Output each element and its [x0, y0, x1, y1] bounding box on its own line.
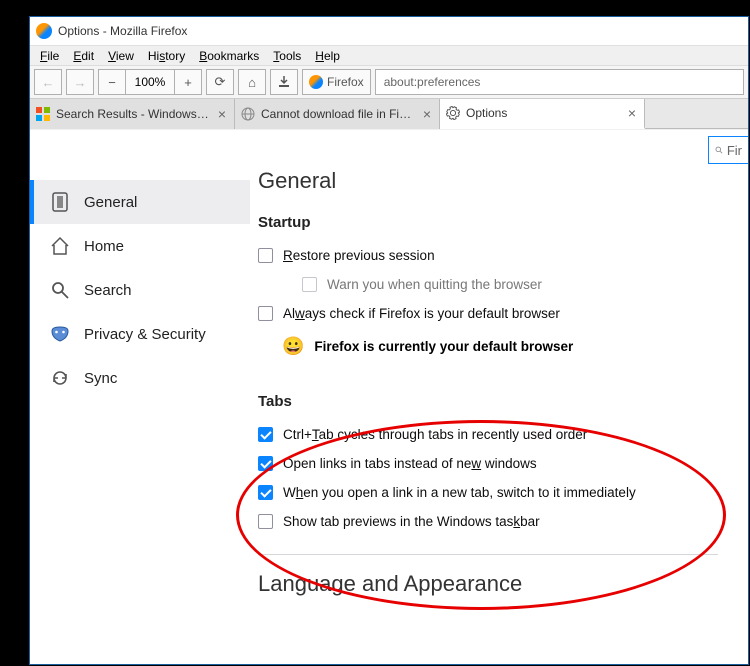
gear-icon — [446, 106, 460, 120]
back-button[interactable]: ← — [34, 69, 62, 95]
sidebar-item-sync[interactable]: Sync — [30, 356, 250, 400]
default-browser-status: 😀 Firefox is currently your default brow… — [258, 328, 748, 365]
sidebar-label: Home — [84, 238, 124, 255]
tab-label: Search Results - Windows 10 Help — [56, 107, 210, 121]
zoom-out-button[interactable]: − — [98, 69, 126, 95]
preferences-main: Fir General Startup Restore previous ses… — [250, 130, 748, 664]
windows-icon — [36, 107, 50, 121]
sidebar-item-general[interactable]: General — [30, 180, 250, 224]
close-icon[interactable]: × — [421, 106, 433, 122]
search-placeholder: Fir — [727, 143, 742, 158]
search-icon — [715, 144, 723, 156]
heading-startup: Startup — [258, 214, 748, 231]
site-identity[interactable]: Firefox — [302, 69, 371, 95]
nav-toolbar: ← → − 100% + ⟳ ⌂ Firefox about:preferenc… — [30, 65, 748, 99]
row-open-links: Open links in tabs instead of new window… — [258, 449, 748, 478]
row-ctrl-tab: Ctrl+Tab cycles through tabs in recently… — [258, 420, 748, 449]
titlebar: Options - Mozilla Firefox — [30, 17, 748, 45]
row-warn-quit: Warn you when quitting the browser — [258, 270, 748, 299]
label-warn-quit: Warn you when quitting the browser — [327, 277, 542, 292]
label-ctrl-tab: Ctrl+Tab cycles through tabs in recently… — [283, 427, 587, 442]
close-icon[interactable]: × — [216, 106, 228, 122]
window-title: Options - Mozilla Firefox — [58, 24, 187, 38]
home-icon — [48, 234, 72, 258]
tab-cannot-download[interactable]: Cannot download file in Firefox o × — [235, 99, 440, 129]
heading-tabs: Tabs — [258, 393, 748, 410]
reload-button[interactable]: ⟳ — [206, 69, 234, 95]
zoom-in-button[interactable]: + — [174, 69, 202, 95]
heading-language: Language and Appearance — [258, 571, 748, 597]
search-icon — [48, 278, 72, 302]
menu-bookmarks[interactable]: Bookmarks — [193, 47, 265, 65]
checkbox-tab-previews[interactable] — [258, 514, 273, 529]
zoom-value[interactable]: 100% — [126, 69, 174, 95]
label-tab-previews: Show tab previews in the Windows taskbar — [283, 514, 540, 529]
home-button[interactable]: ⌂ — [238, 69, 266, 95]
row-tab-previews: Show tab previews in the Windows taskbar — [258, 507, 748, 536]
default-browser-text: Firefox is currently your default browse… — [314, 339, 573, 354]
tab-label: Options — [466, 106, 620, 120]
sidebar-label: Privacy & Security — [84, 326, 206, 343]
checkbox-restore-session[interactable] — [258, 248, 273, 263]
tab-options[interactable]: Options × — [440, 99, 645, 129]
general-icon — [48, 190, 72, 214]
preferences-sidebar: General Home Search Privacy & Security S… — [30, 130, 250, 664]
url-bar[interactable]: about:preferences — [375, 69, 744, 95]
checkbox-always-check[interactable] — [258, 306, 273, 321]
label-switch-to: When you open a link in a new tab, switc… — [283, 485, 636, 500]
menu-help[interactable]: Help — [309, 47, 346, 65]
label-always-check: Always check if Firefox is your default … — [283, 306, 560, 321]
preferences-content: General Home Search Privacy & Security S… — [30, 130, 748, 664]
checkbox-warn-quit[interactable] — [302, 277, 317, 292]
tab-strip: Search Results - Windows 10 Help × Canno… — [30, 99, 748, 129]
tab-search-results[interactable]: Search Results - Windows 10 Help × — [30, 99, 235, 129]
menu-file[interactable]: File — [34, 47, 65, 65]
tab-label: Cannot download file in Firefox o — [261, 107, 415, 121]
row-always-check: Always check if Firefox is your default … — [258, 299, 748, 328]
menu-view[interactable]: View — [102, 47, 140, 65]
download-icon — [277, 75, 291, 89]
find-in-options[interactable]: Fir — [708, 136, 748, 164]
zoom-control: − 100% + — [98, 69, 202, 95]
heading-general: General — [258, 168, 748, 194]
smile-icon: 😀 — [282, 336, 304, 357]
checkbox-open-links[interactable] — [258, 456, 273, 471]
mask-icon — [48, 322, 72, 346]
firefox-identity-icon — [309, 75, 323, 89]
menu-edit[interactable]: Edit — [67, 47, 100, 65]
sidebar-item-home[interactable]: Home — [30, 224, 250, 268]
row-switch-to: When you open a link in a new tab, switc… — [258, 478, 748, 507]
sidebar-label: Search — [84, 282, 132, 299]
sidebar-item-privacy[interactable]: Privacy & Security — [30, 312, 250, 356]
forward-button[interactable]: → — [66, 69, 94, 95]
close-icon[interactable]: × — [626, 105, 638, 121]
section-divider — [258, 554, 718, 555]
checkbox-ctrl-tab[interactable] — [258, 427, 273, 442]
sidebar-label: Sync — [84, 370, 117, 387]
label-open-links: Open links in tabs instead of new window… — [283, 456, 537, 471]
checkbox-switch-to[interactable] — [258, 485, 273, 500]
firefox-icon — [36, 23, 52, 39]
menubar: File Edit View History Bookmarks Tools H… — [30, 45, 748, 65]
row-restore-session: Restore previous session — [258, 241, 748, 270]
label-restore-session: Restore previous session — [283, 248, 435, 263]
downloads-button[interactable] — [270, 69, 298, 95]
identity-label: Firefox — [327, 75, 364, 89]
globe-icon — [241, 107, 255, 121]
menu-history[interactable]: History — [142, 47, 191, 65]
sync-icon — [48, 366, 72, 390]
firefox-window: Options - Mozilla Firefox File Edit View… — [29, 16, 749, 665]
sidebar-item-search[interactable]: Search — [30, 268, 250, 312]
sidebar-label: General — [84, 194, 137, 211]
menu-tools[interactable]: Tools — [267, 47, 307, 65]
